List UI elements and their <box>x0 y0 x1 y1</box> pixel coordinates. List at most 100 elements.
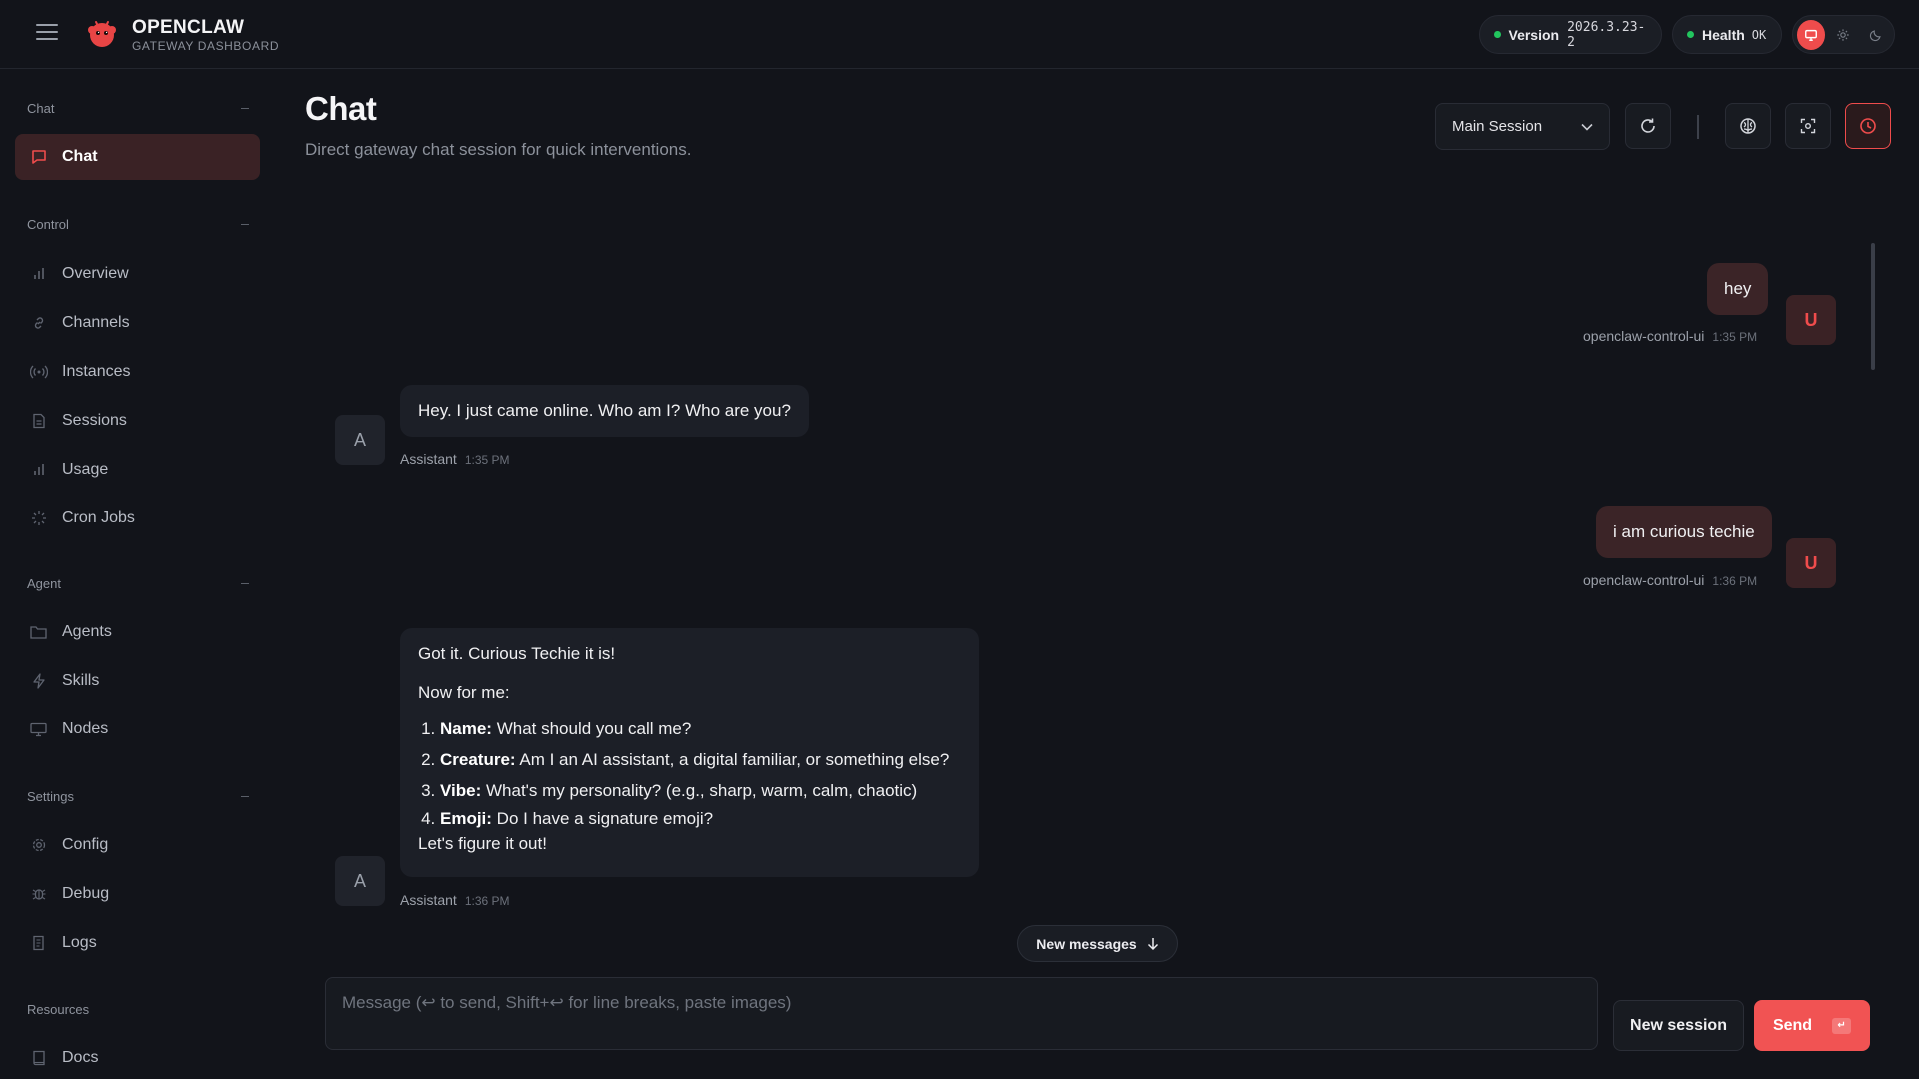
brain-icon <box>1740 118 1756 134</box>
message-sender: openclaw-control-ui <box>1583 572 1705 588</box>
sidebar-item-instances[interactable]: Instances <box>15 349 260 395</box>
message-paragraph: Got it. Curious Techie it is! <box>418 644 616 663</box>
send-button[interactable]: Send ↵ <box>1754 1000 1870 1051</box>
message-sender: Assistant <box>400 892 457 908</box>
sidebar-item-skills[interactable]: Skills <box>15 658 260 704</box>
session-select[interactable]: Main Session <box>1435 103 1610 150</box>
sidebar-item-sessions[interactable]: Sessions <box>15 398 260 444</box>
monitor-icon[interactable] <box>1797 19 1826 50</box>
refresh-button[interactable] <box>1625 103 1671 149</box>
list-item-text: Do I have a signature emoji? <box>491 809 714 828</box>
clock-icon <box>1860 118 1876 134</box>
page-title: Chat <box>305 90 377 127</box>
message-sender: Assistant <box>400 451 457 467</box>
message-meta: Assistant 1:36 PM <box>400 892 510 908</box>
top-bar: OPENCLAW GATEWAY DASHBOARD Version 2026.… <box>0 0 1919 69</box>
sidebar-item-label: Sessions <box>62 412 127 429</box>
version-value: 2026.3.23-2 <box>1567 19 1646 50</box>
avatar-initial: A <box>353 870 366 891</box>
health-status-dot <box>1687 31 1694 38</box>
sidebar-item-label: Chat <box>62 148 98 165</box>
message-meta: openclaw-control-ui 1:36 PM <box>1583 572 1757 588</box>
loader-icon <box>29 509 48 528</box>
menu-toggle-icon[interactable] <box>36 24 58 44</box>
history-button[interactable] <box>1845 103 1891 149</box>
theme-switcher <box>1792 15 1895 54</box>
sidebar-item-channels[interactable]: Channels <box>15 300 260 346</box>
sidebar-item-label: Instances <box>62 363 131 380</box>
bar-chart-icon <box>29 461 48 480</box>
sidebar-item-usage[interactable]: Usage <box>15 447 260 493</box>
refresh-icon <box>1641 118 1655 133</box>
gear-icon <box>29 836 48 855</box>
list-item-key: Emoji: <box>440 809 492 828</box>
list-item-text: Am I an AI assistant, a digital familiar… <box>515 750 950 769</box>
book-icon <box>29 1049 48 1068</box>
list-item: Creature: Am I an AI assistant, a digita… <box>440 744 961 775</box>
message-time: 1:35 PM <box>1712 330 1758 344</box>
user-message-bubble: hey <box>1707 263 1769 315</box>
sidebar-item-label: Overview <box>62 265 129 282</box>
sidebar-item-nodes[interactable]: Nodes <box>15 706 260 752</box>
avatar: A <box>335 415 385 465</box>
list-item: Emoji: Do I have a signature emoji? <box>440 806 961 832</box>
user-message-bubble: i am curious techie <box>1596 506 1772 558</box>
avatar: U <box>1786 295 1836 345</box>
enter-key-icon: ↵ <box>1832 1017 1852 1034</box>
list-item-key: Name: <box>440 719 492 738</box>
health-value: OK <box>1751 27 1767 42</box>
avatar-initial: U <box>1804 309 1818 330</box>
collapse-icon <box>241 108 249 109</box>
sun-icon[interactable] <box>1829 20 1857 50</box>
sidebar-item-overview[interactable]: Overview <box>15 251 260 297</box>
avatar: A <box>335 856 385 906</box>
scroll-text-icon <box>29 934 48 953</box>
toolbar-divider <box>1697 115 1699 139</box>
sidebar-item-cron-jobs[interactable]: Cron Jobs <box>15 495 260 541</box>
list-item-text: What should you call me? <box>491 719 692 738</box>
message-input[interactable] <box>326 978 1597 1049</box>
new-messages-label: New messages <box>1036 935 1137 952</box>
chat-scrollbar[interactable] <box>1871 243 1875 370</box>
list-item-text: What's my personality? (e.g., sharp, war… <box>481 781 918 800</box>
section-label: Settings <box>27 789 74 804</box>
brand-subtitle: GATEWAY DASHBOARD <box>132 39 280 53</box>
avatar-initial: U <box>1804 552 1818 573</box>
message-time: 1:36 PM <box>464 894 510 908</box>
new-session-button[interactable]: New session <box>1613 1000 1744 1051</box>
new-messages-button[interactable]: New messages <box>1017 925 1178 962</box>
collapse-icon <box>241 796 249 797</box>
section-header-agent[interactable]: Agent <box>27 576 249 591</box>
sidebar-item-config[interactable]: Config <box>15 822 260 868</box>
section-header-resources[interactable]: Resources <box>27 1002 249 1017</box>
message-paragraph: Let's figure it out! <box>418 834 547 853</box>
sidebar-item-label: Config <box>62 836 109 853</box>
chat-bubble-icon <box>29 148 48 167</box>
section-header-settings[interactable]: Settings <box>27 789 249 804</box>
sidebar: Chat Chat Control Overview Channels Inst… <box>0 70 268 1079</box>
thinking-toggle-button[interactable] <box>1725 103 1771 149</box>
sidebar-item-chat[interactable]: Chat <box>15 134 260 180</box>
sidebar-item-docs[interactable]: Docs <box>15 1035 260 1079</box>
section-header-control[interactable]: Control <box>27 217 249 232</box>
sidebar-item-label: Cron Jobs <box>62 509 135 526</box>
sidebar-item-debug[interactable]: Debug <box>15 871 260 917</box>
focus-mode-button[interactable] <box>1785 103 1831 149</box>
page-subtitle: Direct gateway chat session for quick in… <box>305 140 692 159</box>
section-label: Resources <box>27 1002 90 1017</box>
message-meta: openclaw-control-ui 1:35 PM <box>1583 328 1757 344</box>
message-time: 1:36 PM <box>1712 574 1758 588</box>
section-header-chat[interactable]: Chat <box>27 101 249 116</box>
moon-icon[interactable] <box>1862 20 1890 50</box>
sidebar-item-label: Docs <box>62 1049 99 1066</box>
message-composer <box>325 977 1598 1050</box>
sidebar-item-logs[interactable]: Logs <box>15 920 260 966</box>
message-list: Name: What should you call me? Creature:… <box>418 713 961 832</box>
sidebar-item-label: Debug <box>62 885 110 902</box>
avatar: U <box>1786 538 1836 588</box>
focus-scan-icon <box>1800 118 1816 134</box>
chevron-down-icon <box>1581 123 1593 131</box>
sidebar-item-agents[interactable]: Agents <box>15 609 260 655</box>
avatar-initial: A <box>353 429 366 450</box>
sidebar-item-label: Agents <box>62 623 112 640</box>
